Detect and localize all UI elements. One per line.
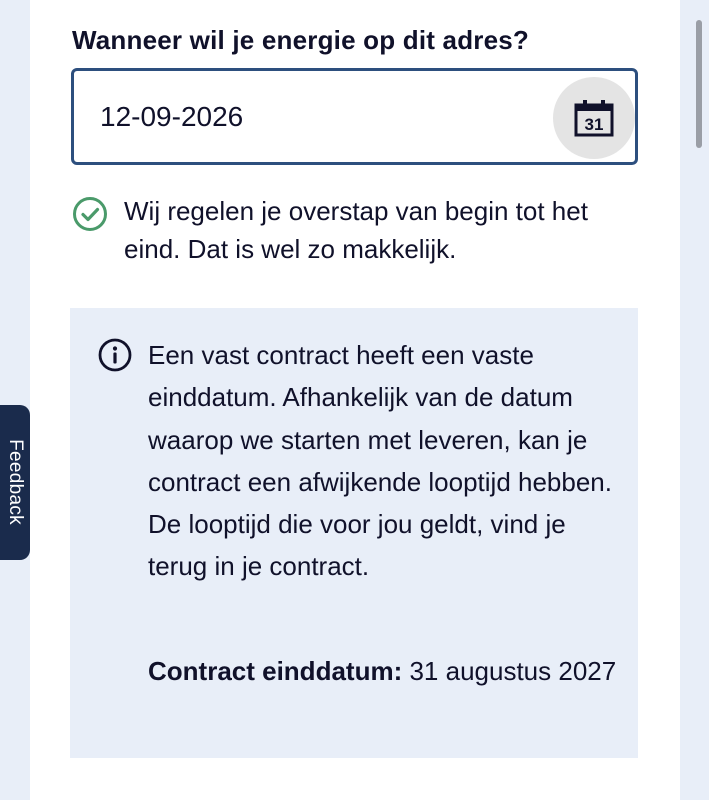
info-text: Een vast contract heeft een vaste eindda…: [148, 340, 612, 582]
start-date-label: Wanneer wil je energie op dit adres?: [72, 25, 530, 55]
calendar-icon: 31: [574, 100, 614, 137]
info-icon: [98, 338, 132, 372]
info-box: Een vast contract heeft een vaste eindda…: [70, 308, 638, 758]
scrollbar-thumb[interactable]: [696, 20, 702, 148]
start-date-input[interactable]: 12-09-2026: [100, 101, 243, 133]
feedback-label: Feedback: [5, 439, 26, 525]
contract-end-date-value: 31 augustus 2027: [409, 656, 617, 686]
success-text: Wij regelen je overstap van begin tot he…: [124, 196, 588, 264]
calendar-day: 31: [585, 115, 604, 134]
feedback-tab[interactable]: Feedback: [0, 405, 30, 560]
calendar-button[interactable]: 31: [553, 77, 635, 159]
contract-end-date: Contract einddatum: 31 augustus 2027: [148, 650, 618, 692]
contract-end-date-label: Contract einddatum:: [148, 656, 403, 686]
start-date-field[interactable]: 12-09-2026 31: [71, 68, 638, 165]
check-circle-icon: [73, 197, 107, 231]
